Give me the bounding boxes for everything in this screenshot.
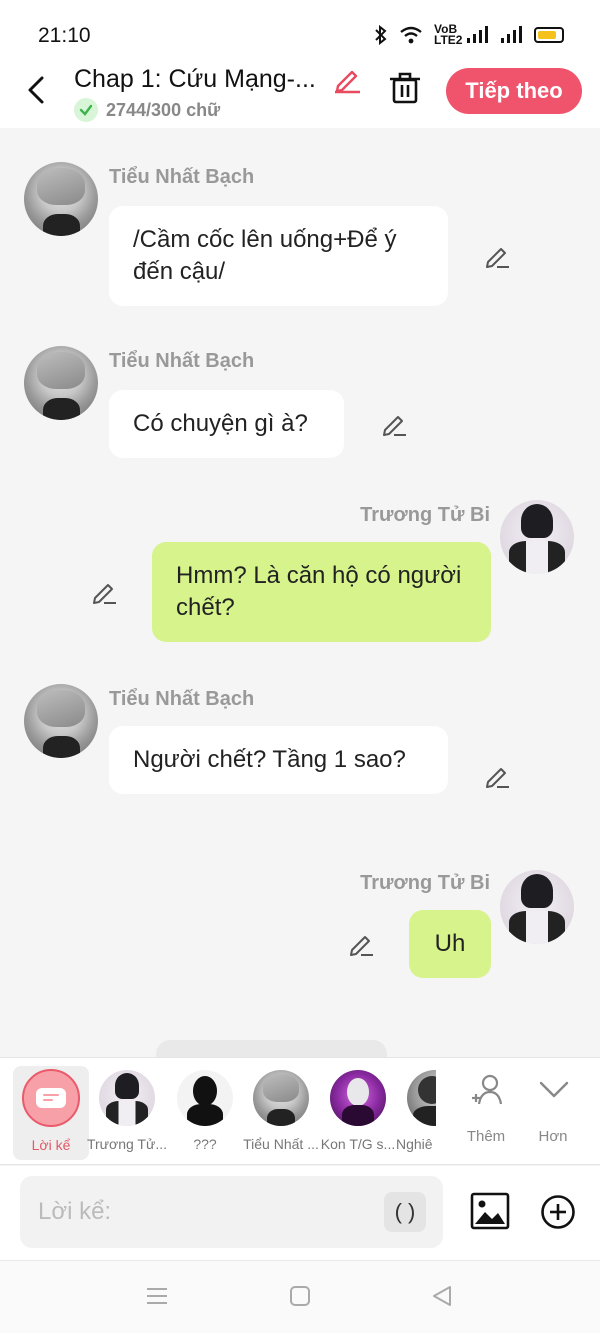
expand-button[interactable]: Hơn (520, 1058, 586, 1166)
add-character-label: Thêm (466, 1128, 506, 1145)
pencil-icon[interactable] (332, 64, 362, 94)
avatar (177, 1070, 233, 1126)
input-placeholder: Lời kể: (38, 1198, 112, 1225)
avatar (253, 1070, 309, 1126)
next-button[interactable]: Tiếp theo (446, 68, 582, 114)
add-character-button[interactable]: Thêm (453, 1058, 519, 1166)
expand-label: Hơn (538, 1128, 568, 1145)
message-bubble[interactable]: Hmm? Là căn hộ có người chết? (152, 542, 491, 642)
check-icon (74, 98, 98, 122)
avatar (330, 1070, 386, 1126)
sender-name: Tiểu Nhất Bạch (109, 350, 255, 372)
character-label: Kon T/G s... (320, 1136, 396, 1152)
character-item[interactable]: ??? (166, 1058, 244, 1166)
character-label: Nghiê (396, 1136, 433, 1152)
battery-icon (534, 27, 564, 43)
avatar[interactable] (24, 684, 98, 758)
parentheses-button[interactable]: ( ) (384, 1192, 426, 1232)
message-bubble[interactable]: /Cầm cốc lên uống+Để ý đến cậu/ (109, 206, 448, 306)
signal-icon (467, 26, 488, 43)
character-bar: Lời kể Trương Tử... ??? Tiểu Nhất ... Ko… (0, 1057, 600, 1165)
signal-icon (501, 26, 522, 43)
status-bar: 21:10 VoB LTE2 (0, 0, 600, 60)
character-label: Tiểu Nhất ... (243, 1136, 319, 1152)
pencil-icon[interactable] (90, 578, 118, 606)
trash-icon[interactable] (388, 70, 422, 106)
narration-card-peek (156, 1040, 387, 1058)
network-type-label: VoB LTE2 (434, 22, 463, 47)
message-bubble[interactable]: Có chuyện gì à? (109, 390, 344, 458)
bluetooth-icon (375, 25, 387, 45)
word-count-row: 2744/300 chữ (74, 98, 220, 122)
status-icons: VoB LTE2 (374, 22, 564, 47)
avatar (99, 1070, 155, 1126)
pencil-icon[interactable] (380, 410, 408, 438)
avatar[interactable] (24, 162, 98, 236)
character-item[interactable]: Nghiê (396, 1058, 436, 1166)
pencil-icon[interactable] (347, 930, 375, 958)
nav-menu-icon[interactable] (146, 1286, 168, 1306)
input-bar: Lời kể: ( ) (0, 1166, 600, 1260)
chapter-title[interactable]: Chap 1: Cứu Mạng-... (74, 65, 316, 94)
narrator-icon (22, 1069, 80, 1127)
avatar[interactable] (500, 500, 574, 574)
message-bubble[interactable]: Uh (409, 910, 491, 978)
system-navigation-bar (0, 1260, 600, 1333)
image-icon[interactable] (470, 1192, 510, 1230)
back-icon[interactable] (22, 72, 52, 108)
character-label: Trương Tử... (86, 1136, 168, 1152)
narrator-label: Lời kể (31, 1137, 71, 1153)
sender-name: Trương Tử Bi (360, 872, 490, 894)
add-person-icon (472, 1074, 503, 1105)
character-item[interactable]: Kon T/G s... (319, 1058, 397, 1166)
avatar[interactable] (500, 870, 574, 944)
message-bubble[interactable]: Người chết? Tầng 1 sao? (109, 726, 448, 794)
sender-name: Trương Tử Bi (360, 504, 490, 526)
nav-home-icon[interactable] (289, 1285, 311, 1307)
chat-area[interactable]: Tiểu Nhất Bạch /Cầm cốc lên uống+Để ý đế… (0, 128, 600, 1058)
avatar (407, 1070, 436, 1126)
plus-circle-icon[interactable] (540, 1194, 576, 1230)
chevron-down-icon (539, 1081, 569, 1098)
word-count: 2744/300 chữ (106, 99, 221, 120)
character-label: ??? (193, 1136, 217, 1152)
nav-back-icon[interactable] (430, 1284, 454, 1308)
wifi-icon (400, 26, 422, 44)
app-header: Chap 1: Cứu Mạng-... 2744/300 chữ Tiếp t… (0, 60, 600, 128)
character-item[interactable]: Tiểu Nhất ... (242, 1058, 320, 1166)
sender-name: Tiểu Nhất Bạch (109, 688, 255, 710)
avatar[interactable] (24, 346, 98, 420)
status-time: 21:10 (38, 24, 91, 47)
character-item[interactable]: Trương Tử... (87, 1058, 167, 1166)
pencil-icon[interactable] (483, 242, 511, 270)
narration-input[interactable]: Lời kể: ( ) (20, 1176, 443, 1248)
narrator-button[interactable]: Lời kể (13, 1066, 89, 1160)
sender-name: Tiểu Nhất Bạch (109, 166, 255, 188)
pencil-icon[interactable] (483, 762, 511, 790)
